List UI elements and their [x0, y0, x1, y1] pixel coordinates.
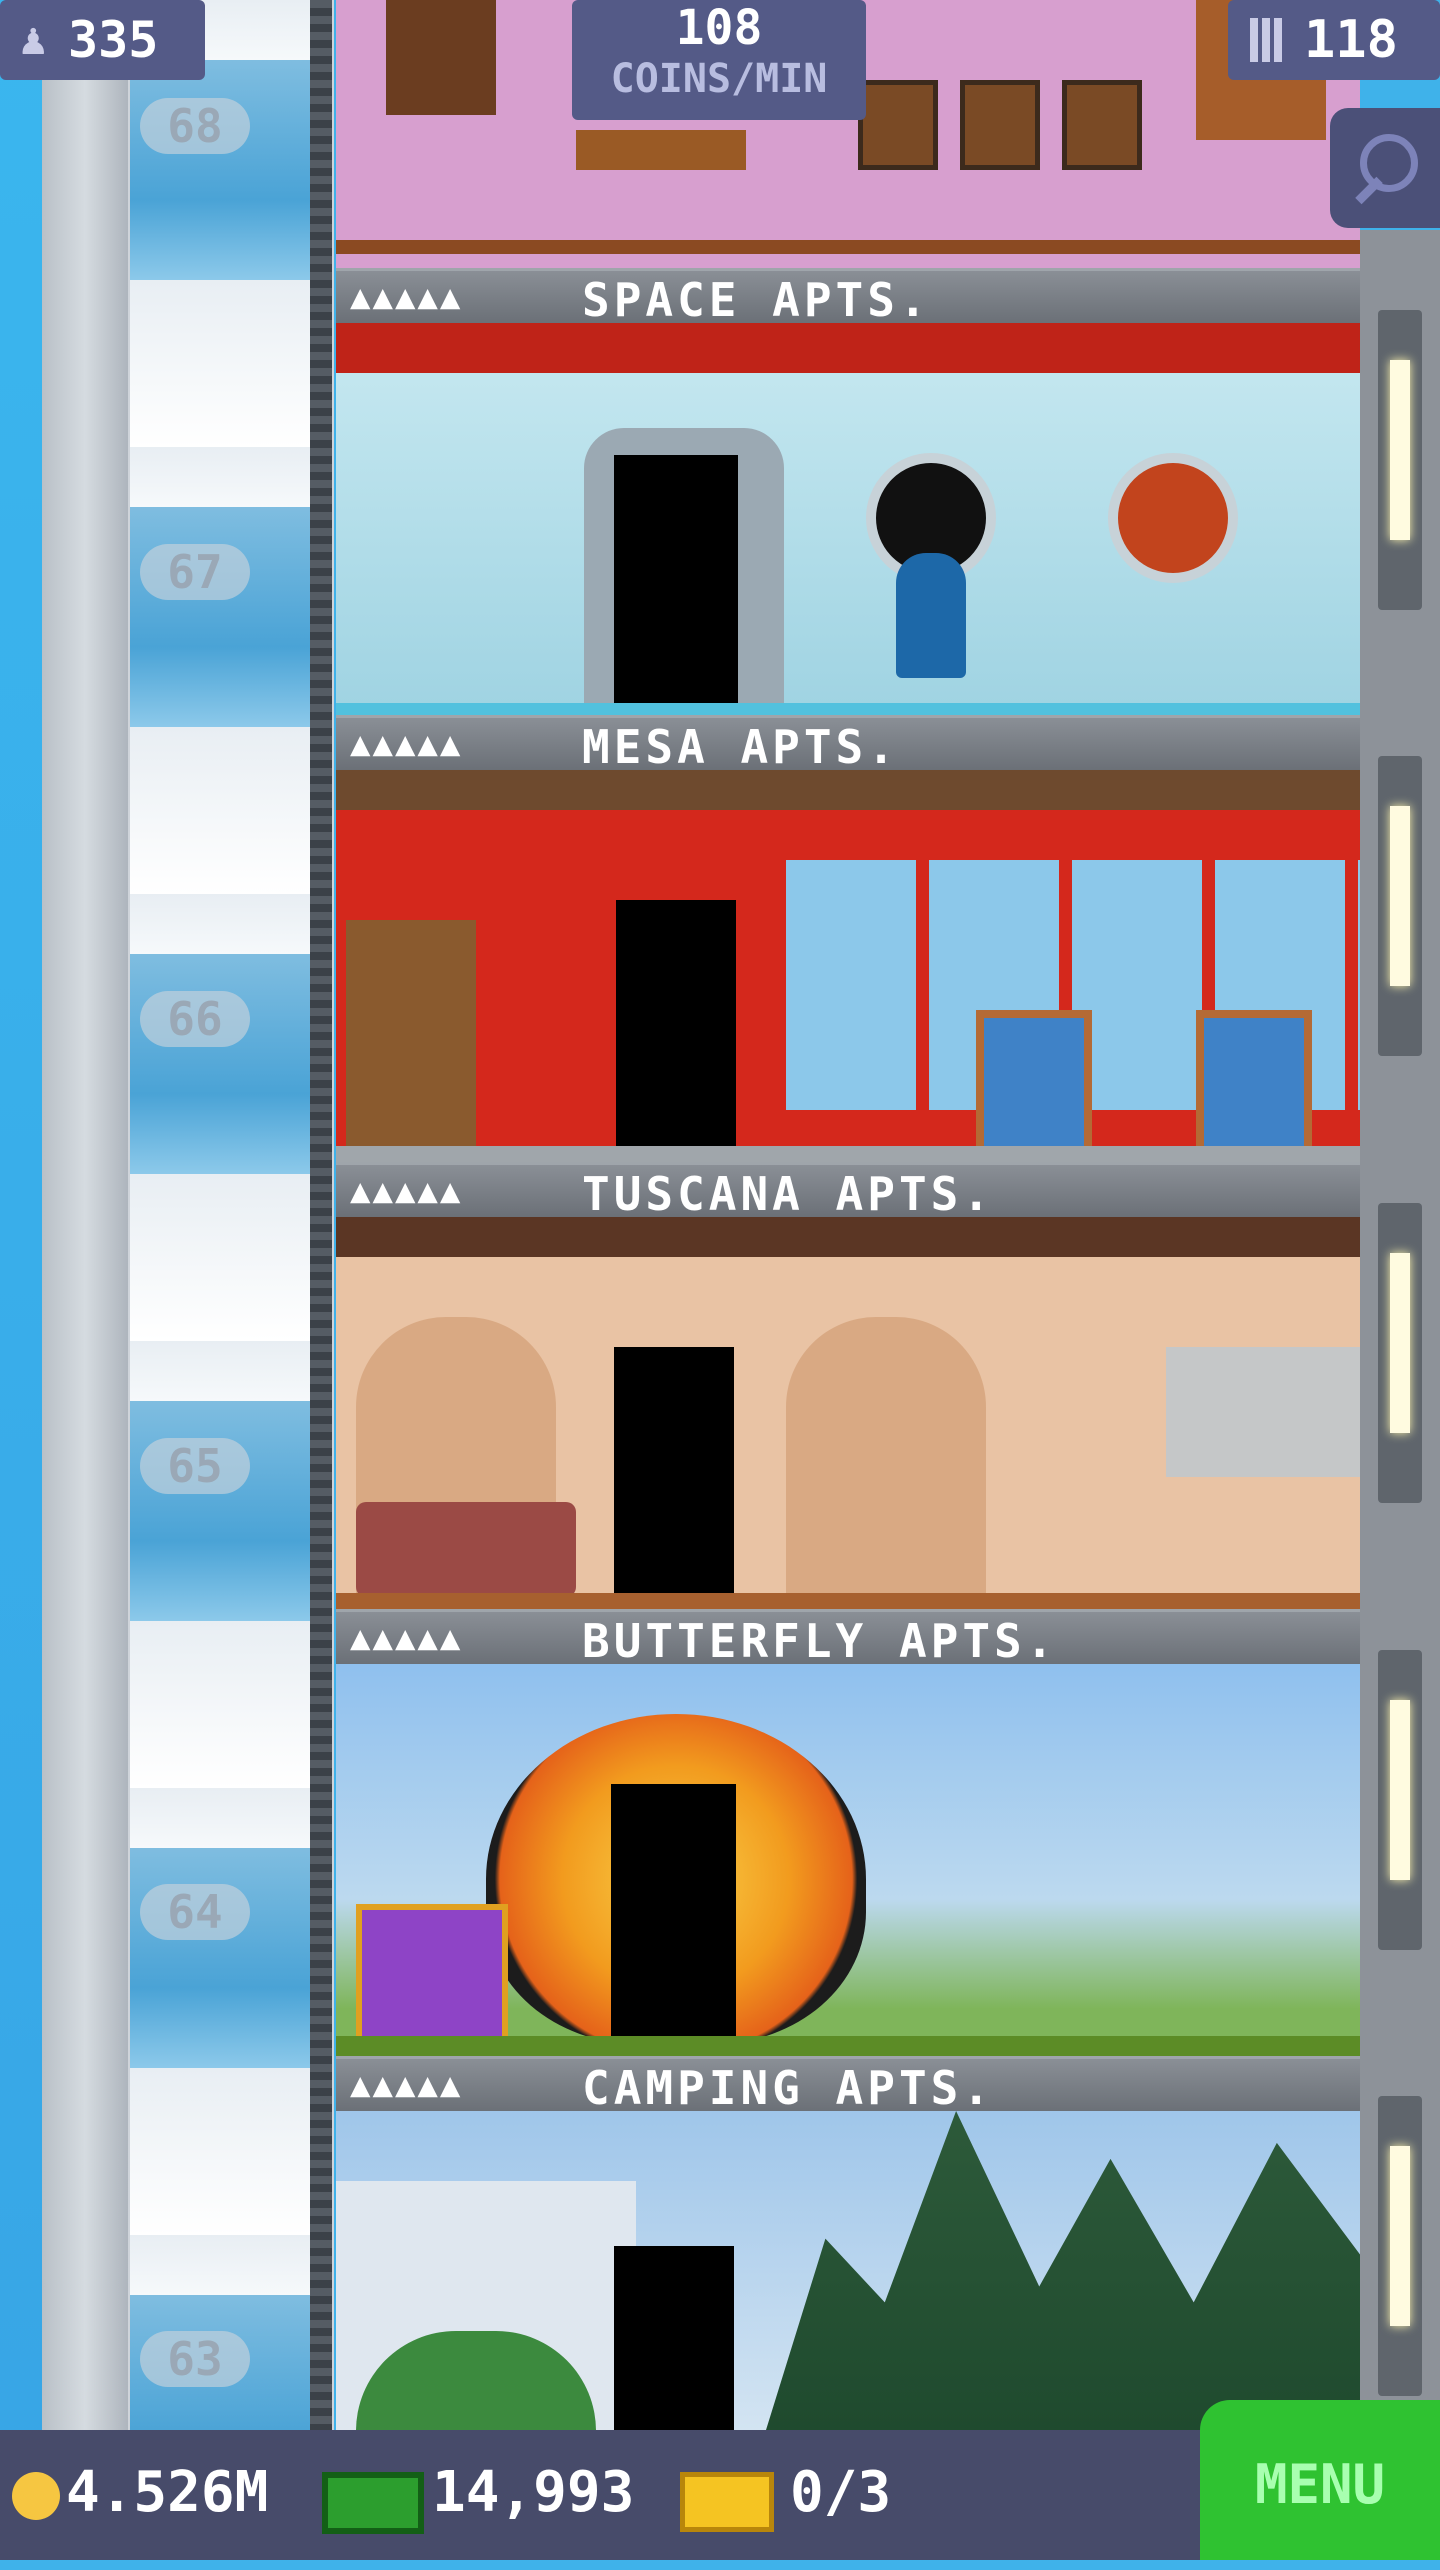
menu-button[interactable]: MENU: [1200, 2400, 1440, 2560]
shaft-floor-number: 65: [140, 1438, 250, 1494]
wood-beam: [336, 1217, 1360, 1257]
elevator-glass: [130, 0, 310, 2430]
floor-count[interactable]: 118: [1228, 0, 1440, 80]
kitchen-cabinets: [1166, 1347, 1360, 1477]
floor-banner: ▲▲▲▲▲ CAMPING APTS.: [336, 2056, 1360, 2115]
floor-camping-apts[interactable]: ▲▲▲▲▲ CAMPING APTS.: [336, 2056, 1360, 2430]
floor-butterfly-apts[interactable]: ▲▲▲▲▲ BUTTERFLY APTS.: [336, 1609, 1360, 2056]
bux-icon: [322, 2472, 424, 2534]
grass-floor: [336, 2036, 1360, 2056]
bookshelf: [346, 920, 476, 1150]
arch-niche: [786, 1317, 986, 1607]
floor-count-value: 118: [1304, 10, 1398, 70]
floor-name: SPACE APTS.: [582, 273, 931, 327]
population-counter[interactable]: ♟ 335: [0, 0, 205, 80]
sky-strip: [0, 0, 42, 2430]
room-mesa: [336, 770, 1360, 1162]
chair: [976, 1010, 1092, 1162]
coins-per-min-panel[interactable]: 108 COINS/MIN: [572, 0, 866, 120]
floor-name: TUSCANA APTS.: [582, 1167, 995, 1221]
coin-icon: [12, 2472, 60, 2520]
room-space: [336, 323, 1360, 715]
shaft-floor-number: 68: [140, 98, 250, 154]
shaft-floor-number: 66: [140, 991, 250, 1047]
building-icon: [1250, 18, 1284, 62]
coins-per-min-label: COINS/MIN: [610, 56, 828, 102]
elevator-rail: [310, 0, 332, 2430]
floor-banner: ▲▲▲▲▲ SPACE APTS.: [336, 268, 1360, 327]
residents-icons: ▲▲▲▲▲: [350, 1618, 463, 1658]
search-button[interactable]: [1330, 108, 1440, 228]
floor-space-apts[interactable]: ▲▲▲▲▲ SPACE APTS.: [336, 268, 1360, 715]
picture-frame: [1062, 80, 1142, 170]
doorway[interactable]: [614, 1347, 734, 1609]
wall-light: [1378, 1650, 1422, 1950]
purple-throne: [356, 1904, 508, 2046]
shaft-floor-number: 64: [140, 1884, 250, 1940]
picture-frame: [858, 80, 938, 170]
residents-icons: ▲▲▲▲▲: [350, 2065, 463, 2105]
floor-trim: [336, 1593, 1360, 1609]
ticket-icon: [680, 2472, 774, 2532]
room-tuscana: [336, 1217, 1360, 1609]
wall-light: [1378, 756, 1422, 1056]
residents-icons: ▲▲▲▲▲: [350, 1171, 463, 1211]
porthole-mars: [1108, 453, 1238, 583]
resident-captain[interactable]: [896, 553, 966, 678]
floor-mesa-apts[interactable]: ▲▲▲▲▲ MESA APTS.: [336, 715, 1360, 1162]
floor-banner: ▲▲▲▲▲ MESA APTS.: [336, 715, 1360, 774]
floor-trim: [336, 1146, 1360, 1162]
bookshelf: [386, 0, 496, 115]
coins-per-min-value: 108: [675, 0, 763, 56]
wood-beam: [336, 770, 1360, 810]
pine-trees: [766, 2111, 1360, 2430]
floor-banner: ▲▲▲▲▲ TUSCANA APTS.: [336, 1162, 1360, 1221]
room-camping: [336, 2111, 1360, 2430]
wall-light: [1378, 1203, 1422, 1503]
picture-frame: [960, 80, 1040, 170]
floor-name: MESA APTS.: [582, 720, 899, 774]
bench: [576, 130, 746, 170]
coins-value[interactable]: 4.526M: [66, 2460, 268, 2525]
tickets-value[interactable]: 0/3: [790, 2460, 891, 2525]
shaft-frame: [42, 0, 128, 2430]
bux-value[interactable]: 14,993: [432, 2460, 634, 2525]
sofa: [356, 1502, 576, 1597]
shaft-floor-number: 67: [140, 544, 250, 600]
floor-trim: [336, 703, 1360, 715]
wall-light: [1378, 2096, 1422, 2396]
doorway[interactable]: [616, 900, 736, 1162]
shaft-floor-number: 63: [140, 2331, 250, 2387]
floor-name: CAMPING APTS.: [582, 2061, 995, 2115]
doorway[interactable]: [611, 1784, 736, 2056]
floor-name: BUTTERFLY APTS.: [582, 1614, 1058, 1668]
room-butterfly: [336, 1664, 1360, 2056]
floor-banner: ▲▲▲▲▲ BUTTERFLY APTS.: [336, 1609, 1360, 1668]
person-icon: ♟: [20, 14, 47, 65]
floor-tuscana-apts[interactable]: ▲▲▲▲▲ TUSCANA APTS.: [336, 1162, 1360, 1609]
doorway[interactable]: [614, 2246, 734, 2430]
wall-light: [1378, 310, 1422, 610]
doorway[interactable]: [614, 455, 738, 715]
chair: [1196, 1010, 1312, 1162]
residents-icons: ▲▲▲▲▲: [350, 724, 463, 764]
residents-icons: ▲▲▲▲▲: [350, 277, 463, 317]
floor-trim: [336, 240, 1360, 254]
red-ceiling: [336, 323, 1360, 373]
population-value: 335: [68, 11, 159, 69]
